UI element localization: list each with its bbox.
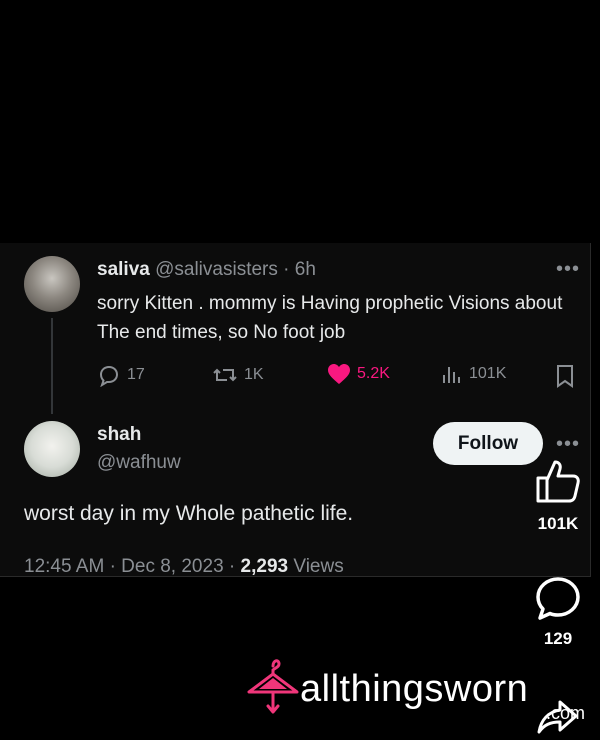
views-icon — [443, 367, 460, 383]
post-views-count: 2,293 — [240, 556, 289, 577]
reply-header: saliva @salivasisters · 6h — [97, 259, 316, 281]
repost-count: 1K — [244, 366, 264, 383]
more-icon[interactable]: ••• — [556, 258, 580, 281]
bookmark-icon — [557, 365, 573, 388]
like-count: 5.2K — [357, 365, 390, 382]
post-meta: 12:45 AM · Dec 8, 2023 · 2,293 Views — [24, 556, 344, 578]
views-count: 101K — [469, 365, 507, 382]
heart-icon — [328, 364, 350, 384]
post-text: worst day in my Whole pathetic life. — [24, 502, 354, 525]
reply-text: sorry Kitten . mommy is Having prophetic… — [97, 293, 563, 343]
repost-icon — [213, 368, 237, 382]
side-like-count: 101K — [537, 514, 579, 533]
comment-bubble-icon[interactable] — [535, 576, 581, 622]
share-icon[interactable] — [536, 698, 580, 736]
meta-separator: · — [228, 556, 236, 577]
like-action[interactable]: 5.2K — [327, 363, 390, 385]
reply-icon — [99, 365, 119, 387]
reply-author-handle[interactable]: @salivasisters — [155, 259, 278, 280]
reply-author-avatar[interactable] — [24, 256, 80, 312]
meta-separator: · — [109, 556, 116, 577]
post-time[interactable]: 12:45 AM — [24, 556, 104, 577]
side-comment-count: 129 — [543, 629, 573, 648]
thread-line — [51, 318, 53, 414]
reply-author-name[interactable]: saliva — [97, 259, 150, 280]
post-date[interactable]: Dec 8, 2023 — [121, 556, 223, 577]
more-icon[interactable]: ••• — [556, 433, 580, 456]
views-action[interactable]: 101K — [441, 363, 506, 385]
reply-action[interactable]: 17 — [97, 363, 145, 387]
header-separator: · — [283, 259, 290, 280]
post-author-name[interactable]: shah — [97, 424, 141, 446]
post-author-avatar[interactable] — [24, 421, 80, 477]
bookmark-action[interactable] — [555, 364, 575, 388]
follow-button[interactable]: Follow — [433, 422, 543, 465]
reply-timestamp[interactable]: 6h — [295, 259, 316, 280]
post-author-handle[interactable]: @wafhuw — [97, 452, 181, 474]
thumbs-up-icon[interactable] — [535, 458, 581, 504]
reply-count: 17 — [127, 366, 145, 383]
watermark-brand: allthingsworn — [300, 668, 529, 710]
post-views-label: Views — [293, 556, 344, 577]
repost-action[interactable]: 1K — [212, 363, 264, 387]
hanger-icon — [247, 659, 299, 714]
